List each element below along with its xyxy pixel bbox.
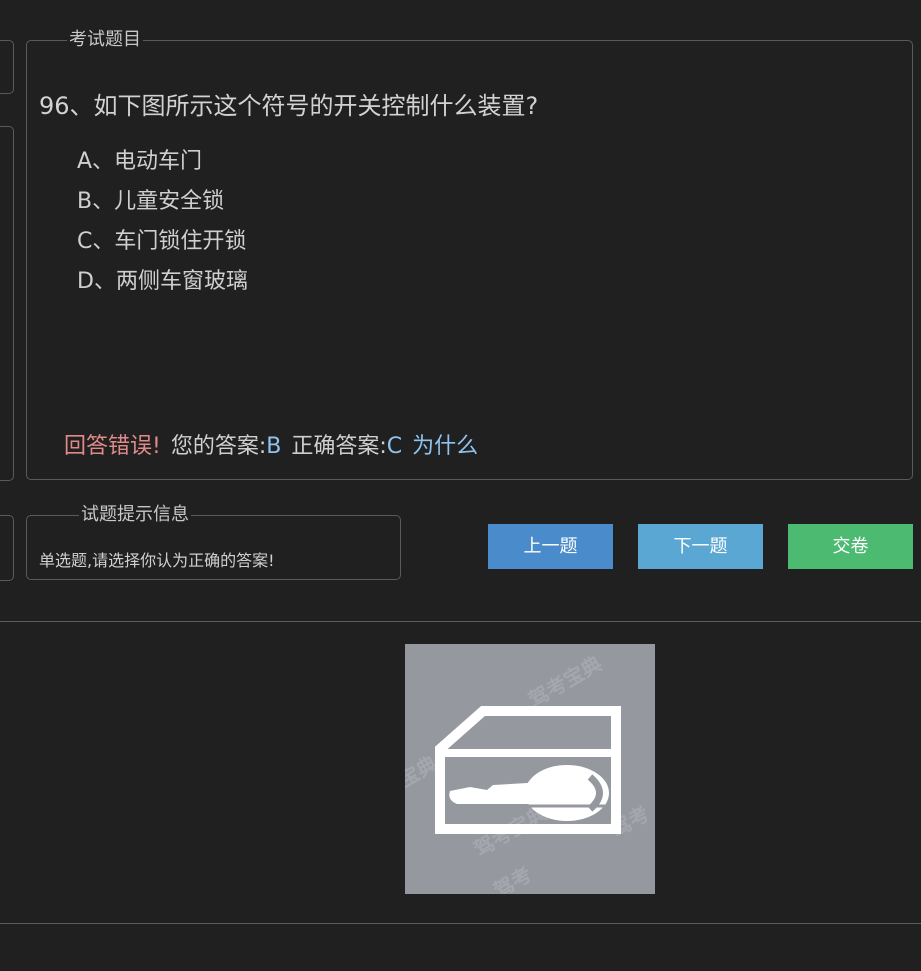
your-answer-value: B	[266, 434, 282, 459]
left-panel-stub-middle	[0, 126, 14, 481]
hint-text: 单选题,请选择你认为正确的答案!	[39, 551, 275, 570]
question-image: 驾考宝典 宝典 驾考宝典 驾考 驾考	[395, 644, 655, 903]
option-a[interactable]: A、电动车门	[77, 142, 248, 182]
correct-answer-value: C	[386, 434, 403, 459]
submit-exam-button[interactable]: 交卷	[788, 524, 913, 569]
answer-options: A、电动车门 B、儿童安全锁 C、车门锁住开锁 D、两侧车窗玻璃	[77, 142, 248, 302]
answer-result: 回答错误! 您的答案:B 正确答案:C 为什么	[64, 428, 478, 460]
left-panel-stub-top	[0, 40, 14, 94]
prev-question-button[interactable]: 上一题	[488, 524, 613, 569]
option-d[interactable]: D、两侧车窗玻璃	[77, 262, 248, 302]
door-lock-key-icon: 驾考宝典 宝典 驾考宝典 驾考 驾考	[395, 644, 655, 903]
divider-top	[0, 621, 921, 622]
question-panel-legend: 考试题目	[69, 29, 141, 50]
hint-panel-legend: 试题提示信息	[81, 504, 189, 525]
option-c[interactable]: C、车门锁住开锁	[77, 222, 248, 262]
hint-panel: 试题提示信息 单选题,请选择你认为正确的答案!	[26, 505, 401, 580]
question-panel: 考试题目 96、如下图所示这个符号的开关控制什么装置? A、电动车门 B、儿童安…	[26, 30, 913, 480]
option-b[interactable]: B、儿童安全锁	[77, 182, 248, 222]
your-answer-label: 您的答案:	[170, 434, 267, 459]
result-status: 回答错误!	[64, 434, 161, 459]
next-question-button[interactable]: 下一题	[638, 524, 763, 569]
question-text: 96、如下图所示这个符号的开关控制什么装置?	[39, 92, 539, 120]
divider-bottom	[0, 923, 921, 924]
left-panel-stub-bottom	[0, 515, 14, 581]
correct-answer-label: 正确答案:	[291, 434, 387, 459]
why-link[interactable]: 为什么	[412, 434, 478, 459]
